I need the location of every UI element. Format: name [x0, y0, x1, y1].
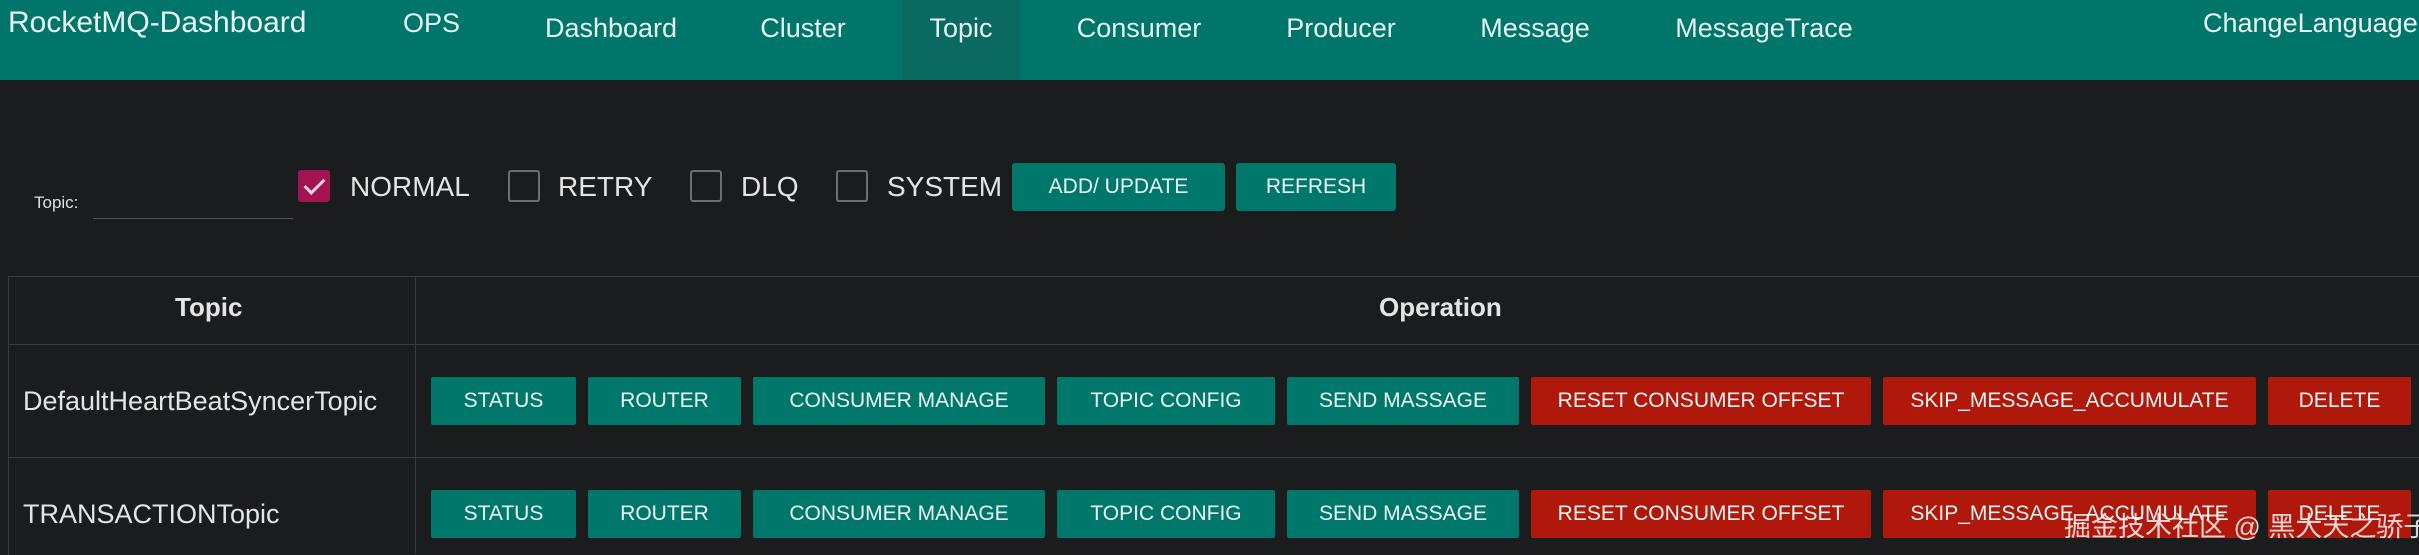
- nav-ops[interactable]: OPS: [403, 6, 460, 40]
- topic-config-button[interactable]: TOPIC CONFIG: [1057, 490, 1275, 538]
- dlq-checkbox[interactable]: [690, 170, 722, 202]
- retry-checkbox-label[interactable]: RETRY: [558, 170, 652, 204]
- consumer-manage-button[interactable]: CONSUMER MANAGE: [753, 490, 1045, 538]
- normal-checkbox-label[interactable]: NORMAL: [350, 170, 470, 204]
- nav-topic[interactable]: Topic: [902, 0, 1020, 80]
- send-message-button[interactable]: SEND MASSAGE: [1287, 377, 1519, 425]
- table-column-divider: [415, 276, 416, 554]
- row-topic-name: TRANSACTIONTopic: [23, 499, 280, 529]
- header-operation: Operation: [1379, 292, 1502, 322]
- status-button[interactable]: STATUS: [431, 377, 576, 425]
- consumer-manage-button[interactable]: CONSUMER MANAGE: [753, 377, 1045, 425]
- change-language-menu[interactable]: ChangeLanguage: [2203, 8, 2418, 39]
- retry-checkbox[interactable]: [508, 170, 540, 202]
- nav-messagetrace[interactable]: MessageTrace: [1666, 0, 1862, 80]
- status-button[interactable]: STATUS: [431, 490, 576, 538]
- nav-cluster[interactable]: Cluster: [728, 0, 878, 80]
- add-update-button[interactable]: ADD/ UPDATE: [1012, 163, 1225, 211]
- system-checkbox[interactable]: [836, 170, 868, 202]
- reset-consumer-offset-button[interactable]: RESET CONSUMER OFFSET: [1531, 377, 1871, 425]
- normal-checkbox[interactable]: [298, 170, 330, 202]
- refresh-button[interactable]: REFRESH: [1236, 163, 1396, 211]
- topic-filter-input[interactable]: [93, 186, 293, 219]
- table-divider: [8, 344, 2419, 345]
- nav-dashboard[interactable]: Dashboard: [521, 0, 701, 80]
- brand-title[interactable]: RocketMQ-Dashboard: [8, 6, 306, 40]
- row-topic-name: DefaultHeartBeatSyncerTopic: [23, 386, 378, 416]
- nav-producer[interactable]: Producer: [1260, 0, 1422, 80]
- reset-consumer-offset-button[interactable]: RESET CONSUMER OFFSET: [1531, 490, 1871, 538]
- router-button[interactable]: ROUTER: [588, 490, 741, 538]
- header-topic: Topic: [175, 292, 243, 322]
- top-navbar: RocketMQ-Dashboard OPS Dashboard Cluster…: [0, 0, 2419, 80]
- watermark-text: 掘金技术社区 @ 黑大天之骄子: [2064, 512, 2419, 542]
- system-checkbox-label[interactable]: SYSTEM: [887, 170, 1002, 204]
- delete-button[interactable]: DELETE: [2268, 377, 2411, 425]
- topic-config-button[interactable]: TOPIC CONFIG: [1057, 377, 1275, 425]
- skip-message-accumulate-button[interactable]: SKIP_MESSAGE_ACCUMULATE: [1883, 377, 2256, 425]
- nav-message[interactable]: Message: [1464, 0, 1606, 80]
- dlq-checkbox-label[interactable]: DLQ: [741, 170, 799, 204]
- topic-filter-label: Topic:: [34, 193, 79, 212]
- table-divider: [8, 457, 2419, 458]
- nav-consumer[interactable]: Consumer: [1056, 0, 1222, 80]
- router-button[interactable]: ROUTER: [588, 377, 741, 425]
- send-message-button[interactable]: SEND MASSAGE: [1287, 490, 1519, 538]
